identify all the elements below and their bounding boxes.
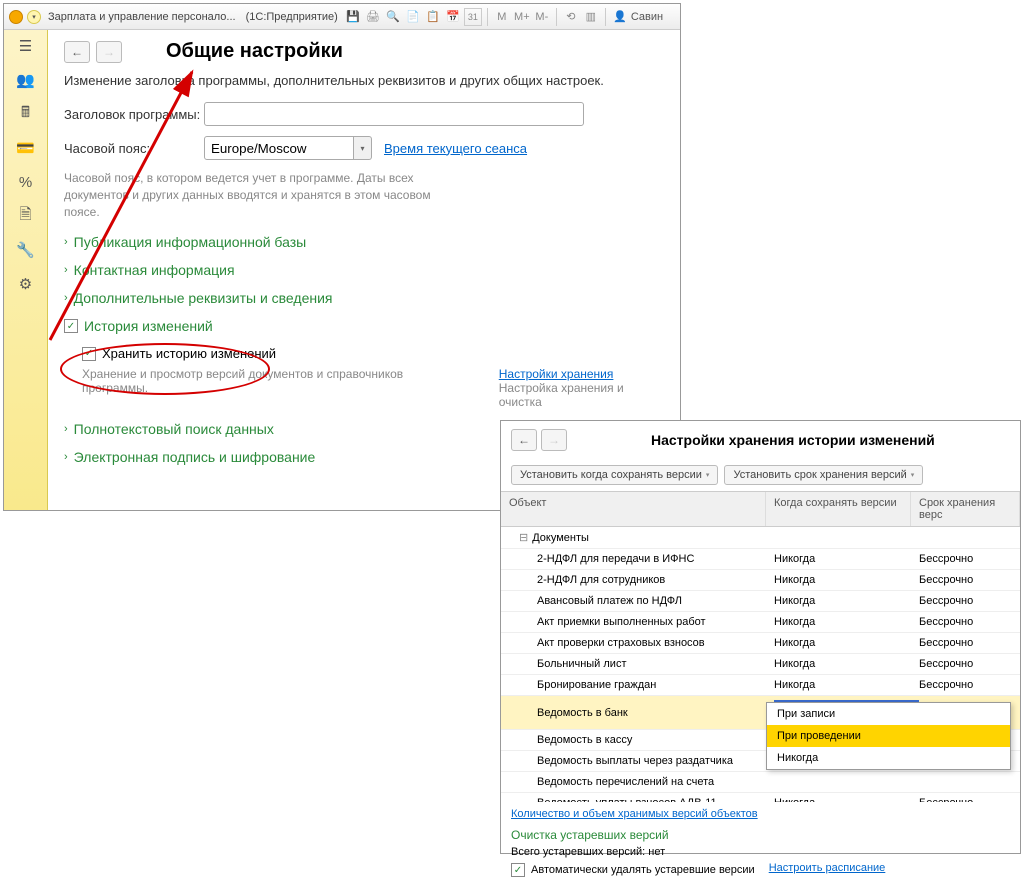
- nav-fwd-button[interactable]: →: [96, 41, 122, 63]
- preview-icon[interactable]: 🔍: [384, 8, 402, 26]
- titlebar: ▾ Зарплата и управление персонало... (1С…: [4, 4, 680, 30]
- cleanup-title: Очистка устаревших версий: [511, 828, 1010, 842]
- dd-option-never[interactable]: Никогда: [767, 747, 1010, 769]
- wrench-icon[interactable]: 🔧: [16, 240, 36, 260]
- table-row[interactable]: 2-НДФЛ для сотрудниковНикогдаБессрочно: [501, 570, 1020, 591]
- w2-nav-back[interactable]: ←: [511, 429, 537, 451]
- table-row[interactable]: 2-НДФЛ для передачи в ИФНСНикогдаБессроч…: [501, 549, 1020, 570]
- keep-history-label: Хранить историю изменений: [102, 346, 276, 361]
- gear-icon[interactable]: ⚙: [16, 274, 36, 294]
- m-button[interactable]: M: [493, 8, 511, 26]
- tz-input[interactable]: [204, 136, 354, 160]
- auto-delete-checkbox[interactable]: ✓: [511, 863, 525, 877]
- table-row[interactable]: Ведомость перечислений на счета: [501, 772, 1020, 793]
- tz-session-link[interactable]: Время текущего сеанса: [384, 141, 527, 156]
- outdated-count: Всего устаревших версий: нет: [511, 846, 1010, 858]
- table-row[interactable]: Авансовый платеж по НДФЛНикогдаБессрочно: [501, 591, 1020, 612]
- storage-settings-hint: Настройка хранения и очистка: [499, 381, 624, 409]
- tz-field-label: Часовой пояс:: [64, 141, 204, 156]
- sidebar: ☰ 👥 🖩 💳 % 🗎 🔧 ⚙: [4, 30, 48, 510]
- versions-count-link[interactable]: Количество и объем хранимых версий объек…: [511, 808, 758, 820]
- app-title: Зарплата и управление персонало...: [48, 11, 236, 23]
- tz-dropdown-button[interactable]: ▾: [354, 136, 372, 160]
- table-row[interactable]: Акт приемки выполненных работНикогдаБесс…: [501, 612, 1020, 633]
- card-icon[interactable]: 💳: [16, 138, 36, 158]
- auto-delete-label: Автоматически удалять устаревшие версии: [531, 864, 755, 876]
- col-object[interactable]: Объект: [501, 492, 766, 526]
- group-row[interactable]: ⊟Документы: [501, 527, 1020, 549]
- doc-icon[interactable]: 🗎: [16, 206, 36, 226]
- w2-title: Настройки хранения истории изменений: [651, 432, 935, 448]
- section-publication[interactable]: ›Публикация информационной базы: [64, 234, 664, 250]
- schedule-link[interactable]: Настроить расписание: [769, 862, 886, 874]
- history-hint: Хранение и просмотр версий документов и …: [82, 367, 459, 409]
- storage-window: ← → Настройки хранения истории изменений…: [500, 420, 1021, 854]
- storage-settings-link[interactable]: Настройки хранения: [499, 367, 614, 381]
- mplus-button[interactable]: M+: [513, 8, 531, 26]
- table-row[interactable]: Ведомость уплаты взносов АДВ-11НикогдаБе…: [501, 793, 1020, 802]
- compare-icon[interactable]: 📄: [404, 8, 422, 26]
- print-icon[interactable]: 🖨: [364, 8, 382, 26]
- panels-icon[interactable]: ▥: [582, 8, 600, 26]
- table-row[interactable]: Бронирование гражданНикогдаБессрочно: [501, 675, 1020, 696]
- set-duration-button[interactable]: Установить срок хранения версий▾: [724, 465, 923, 485]
- col-when[interactable]: Когда сохранять версии: [766, 492, 911, 526]
- title-field-label: Заголовок программы:: [64, 107, 204, 122]
- section-attrs[interactable]: ›Дополнительные реквизиты и сведения: [64, 290, 664, 306]
- user-label: Савин: [631, 11, 663, 23]
- grid-body: ⊟Документы 2-НДФЛ для передачи в ИФНСНик…: [501, 527, 1020, 802]
- dd-option-onpost[interactable]: При проведении: [767, 725, 1010, 747]
- collapse-icon[interactable]: ⊟: [519, 531, 528, 544]
- calendar-icon[interactable]: 📅: [444, 8, 462, 26]
- title-input[interactable]: [204, 102, 584, 126]
- page-title: Общие настройки: [166, 40, 343, 63]
- mminus-button[interactable]: M-: [533, 8, 551, 26]
- save-icon[interactable]: 💾: [344, 8, 362, 26]
- calc-icon[interactable]: 🖩: [16, 104, 36, 124]
- history-section-checkbox[interactable]: ✓: [64, 319, 78, 333]
- menu-icon[interactable]: ☰: [16, 36, 36, 56]
- tz-hint: Часовой пояс, в котором ведется учет в п…: [64, 170, 434, 220]
- people-icon[interactable]: 👥: [16, 70, 36, 90]
- logo-1c-icon: [8, 9, 24, 25]
- user-icon: 👤: [611, 8, 629, 26]
- table-row[interactable]: Больничный листНикогдаБессрочно: [501, 654, 1020, 675]
- dropdown-icon[interactable]: ▾: [26, 9, 42, 25]
- copy-icon[interactable]: 📋: [424, 8, 442, 26]
- calendar31-icon[interactable]: 31: [464, 8, 482, 26]
- col-duration[interactable]: Срок хранения верс: [911, 492, 1020, 526]
- keep-history-checkbox[interactable]: ✓: [82, 347, 96, 361]
- section-contact[interactable]: ›Контактная информация: [64, 262, 664, 278]
- page-description: Изменение заголовка программы, дополните…: [64, 73, 664, 88]
- platform-label: (1С:Предприятие): [246, 11, 338, 23]
- grid-header: Объект Когда сохранять версии Срок хране…: [501, 491, 1020, 527]
- nav-back-button[interactable]: ←: [64, 41, 90, 63]
- when-dropdown: При записи При проведении Никогда: [766, 702, 1011, 770]
- set-when-button[interactable]: Установить когда сохранять версии▾: [511, 465, 718, 485]
- section-history[interactable]: ✓ История изменений: [64, 318, 664, 334]
- back-nav-icon[interactable]: ⟲: [562, 8, 580, 26]
- w2-footer: Количество и объем хранимых версий объек…: [501, 802, 1020, 884]
- table-row[interactable]: Акт проверки страховых взносовНикогдаБес…: [501, 633, 1020, 654]
- w2-nav-fwd[interactable]: →: [541, 429, 567, 451]
- dd-option-onwrite[interactable]: При записи: [767, 703, 1010, 725]
- percent-icon[interactable]: %: [16, 172, 36, 192]
